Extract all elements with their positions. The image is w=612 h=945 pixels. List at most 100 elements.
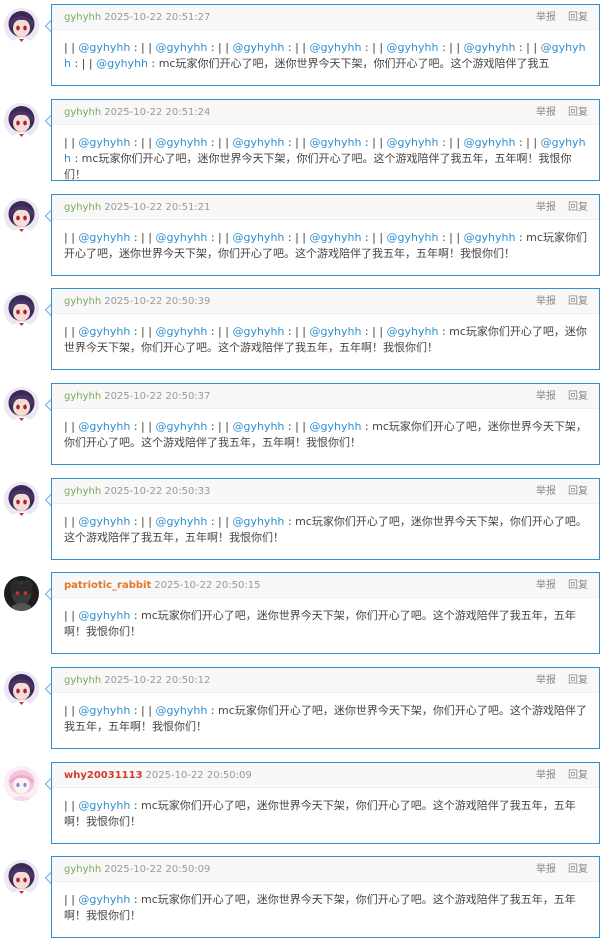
comment-timestamp: 2025-10-22 20:50:37	[104, 391, 211, 402]
mention-link[interactable]: @gyhyhh	[78, 515, 130, 528]
mention-link[interactable]: @gyhyhh	[310, 136, 362, 149]
mention-link[interactable]: @gyhyhh	[232, 420, 284, 433]
mention-link[interactable]: @gyhyhh	[232, 136, 284, 149]
avatar[interactable]	[4, 292, 39, 327]
mention-link[interactable]: @gyhyhh	[78, 41, 130, 54]
report-button[interactable]: 举报	[536, 202, 556, 213]
comment-meta: gyhyhh 2025-10-22 20:50:09	[64, 857, 210, 882]
comment-box: gyhyhh 2025-10-22 20:50:33 举报 回复 | | @gyhyhh…	[51, 478, 600, 560]
mention-link[interactable]: @gyhyhh	[232, 231, 284, 244]
comment-text: : | |	[207, 41, 233, 54]
mention-link[interactable]: @gyhyhh	[78, 799, 130, 812]
avatar[interactable]	[4, 576, 39, 611]
avatar[interactable]	[4, 671, 39, 706]
reply-button[interactable]: 回复	[568, 864, 588, 875]
avatar[interactable]	[4, 860, 39, 895]
report-button[interactable]: 举报	[536, 580, 556, 591]
avatar[interactable]	[4, 103, 39, 138]
username-link[interactable]: gyhyhh	[64, 107, 101, 118]
mention-link[interactable]: @gyhyhh	[78, 893, 130, 906]
username-link[interactable]: why20031113	[64, 770, 143, 781]
comment-text: : | |	[207, 136, 233, 149]
mention-link[interactable]: @gyhyhh	[155, 420, 207, 433]
mention-link[interactable]: @gyhyhh	[155, 231, 207, 244]
username-link[interactable]: patriotic_rabbit	[64, 580, 151, 591]
mention-link[interactable]: @gyhyhh	[464, 231, 516, 244]
reply-button[interactable]: 回复	[568, 770, 588, 781]
report-button[interactable]: 举报	[536, 391, 556, 402]
username-link[interactable]: gyhyhh	[64, 486, 101, 497]
mention-link[interactable]: @gyhyhh	[232, 41, 284, 54]
report-button[interactable]: 举报	[536, 107, 556, 118]
comment-timestamp: 2025-10-22 20:50:33	[104, 486, 211, 497]
comment-text: : | |	[515, 136, 541, 149]
mention-link[interactable]: @gyhyhh	[78, 136, 130, 149]
mention-link[interactable]: @gyhyhh	[232, 515, 284, 528]
mention-link[interactable]: @gyhyhh	[387, 41, 439, 54]
report-button[interactable]: 举报	[536, 486, 556, 497]
reply-button[interactable]: 回复	[568, 107, 588, 118]
comment-text: : mc玩家你们开心了吧，迷你世界今天下架，你们开心了吧。这个游戏陪伴了我五年，…	[64, 893, 576, 922]
comment-meta: gyhyhh 2025-10-22 20:50:33	[64, 479, 210, 504]
mention-link[interactable]: @gyhyhh	[464, 136, 516, 149]
comment-body: | | @gyhyhh : | | @gyhyhh : | | @gyhyhh …	[52, 314, 599, 356]
comment-header: why20031113 2025-10-22 20:50:09 举报 回复	[52, 763, 599, 788]
comment-list: gyhyhh 2025-10-22 20:51:27 举报 回复 | | @gyhyhh…	[0, 0, 612, 945]
avatar[interactable]	[4, 387, 39, 422]
mention-link[interactable]: @gyhyhh	[387, 136, 439, 149]
mention-link[interactable]: @gyhyhh	[96, 57, 148, 70]
mention-link[interactable]: @gyhyhh	[78, 704, 130, 717]
mention-link[interactable]: @gyhyhh	[155, 325, 207, 338]
report-button[interactable]: 举报	[536, 864, 556, 875]
reply-button[interactable]: 回复	[568, 486, 588, 497]
avatar[interactable]	[4, 766, 39, 801]
mention-link[interactable]: @gyhyhh	[155, 136, 207, 149]
mention-link[interactable]: @gyhyhh	[78, 325, 130, 338]
mention-link[interactable]: @gyhyhh	[310, 231, 362, 244]
username-link[interactable]: gyhyhh	[64, 296, 101, 307]
mention-link[interactable]: @gyhyhh	[155, 704, 207, 717]
mention-link[interactable]: @gyhyhh	[78, 420, 130, 433]
mention-link[interactable]: @gyhyhh	[387, 231, 439, 244]
comment-actions: 举报 回复	[524, 763, 588, 788]
comment-timestamp: 2025-10-22 20:51:21	[104, 202, 211, 213]
avatar[interactable]	[4, 482, 39, 517]
comment-text: : mc玩家你们开心了吧，迷你世界今天下架，你们开心了吧。这个游戏陪伴了我五	[148, 57, 550, 70]
report-button[interactable]: 举报	[536, 12, 556, 23]
comment-actions: 举报 回复	[524, 857, 588, 882]
mention-link[interactable]: @gyhyhh	[232, 325, 284, 338]
reply-button[interactable]: 回复	[568, 202, 588, 213]
username-link[interactable]: gyhyhh	[64, 675, 101, 686]
report-button[interactable]: 举报	[536, 296, 556, 307]
mention-link[interactable]: @gyhyhh	[310, 325, 362, 338]
avatar[interactable]	[4, 198, 39, 233]
username-link[interactable]: gyhyhh	[64, 12, 101, 23]
comment-text: : | |	[438, 136, 464, 149]
mention-link[interactable]: @gyhyhh	[310, 41, 362, 54]
report-button[interactable]: 举报	[536, 770, 556, 781]
comment-text: : | |	[207, 231, 233, 244]
comment-text: : | |	[130, 136, 156, 149]
comment-text: : | |	[207, 325, 233, 338]
reply-button[interactable]: 回复	[568, 296, 588, 307]
username-link[interactable]: gyhyhh	[64, 202, 101, 213]
reply-button[interactable]: 回复	[568, 12, 588, 23]
reply-button[interactable]: 回复	[568, 391, 588, 402]
username-link[interactable]: gyhyhh	[64, 864, 101, 875]
reply-button[interactable]: 回复	[568, 675, 588, 686]
mention-link[interactable]: @gyhyhh	[78, 231, 130, 244]
username-link[interactable]: gyhyhh	[64, 391, 101, 402]
avatar[interactable]	[4, 8, 39, 43]
mention-link[interactable]: @gyhyhh	[464, 41, 516, 54]
mention-link[interactable]: @gyhyhh	[155, 41, 207, 54]
reply-button[interactable]: 回复	[568, 580, 588, 591]
mention-link[interactable]: @gyhyhh	[155, 515, 207, 528]
mention-link[interactable]: @gyhyhh	[310, 420, 362, 433]
comment-actions: 举报 回复	[524, 573, 588, 598]
report-button[interactable]: 举报	[536, 675, 556, 686]
comment-text: : | |	[130, 41, 156, 54]
comment-text: : | |	[361, 231, 387, 244]
mention-link[interactable]: @gyhyhh	[78, 609, 130, 622]
mention-link[interactable]: @gyhyhh	[387, 325, 439, 338]
comment-text: | |	[64, 515, 79, 528]
